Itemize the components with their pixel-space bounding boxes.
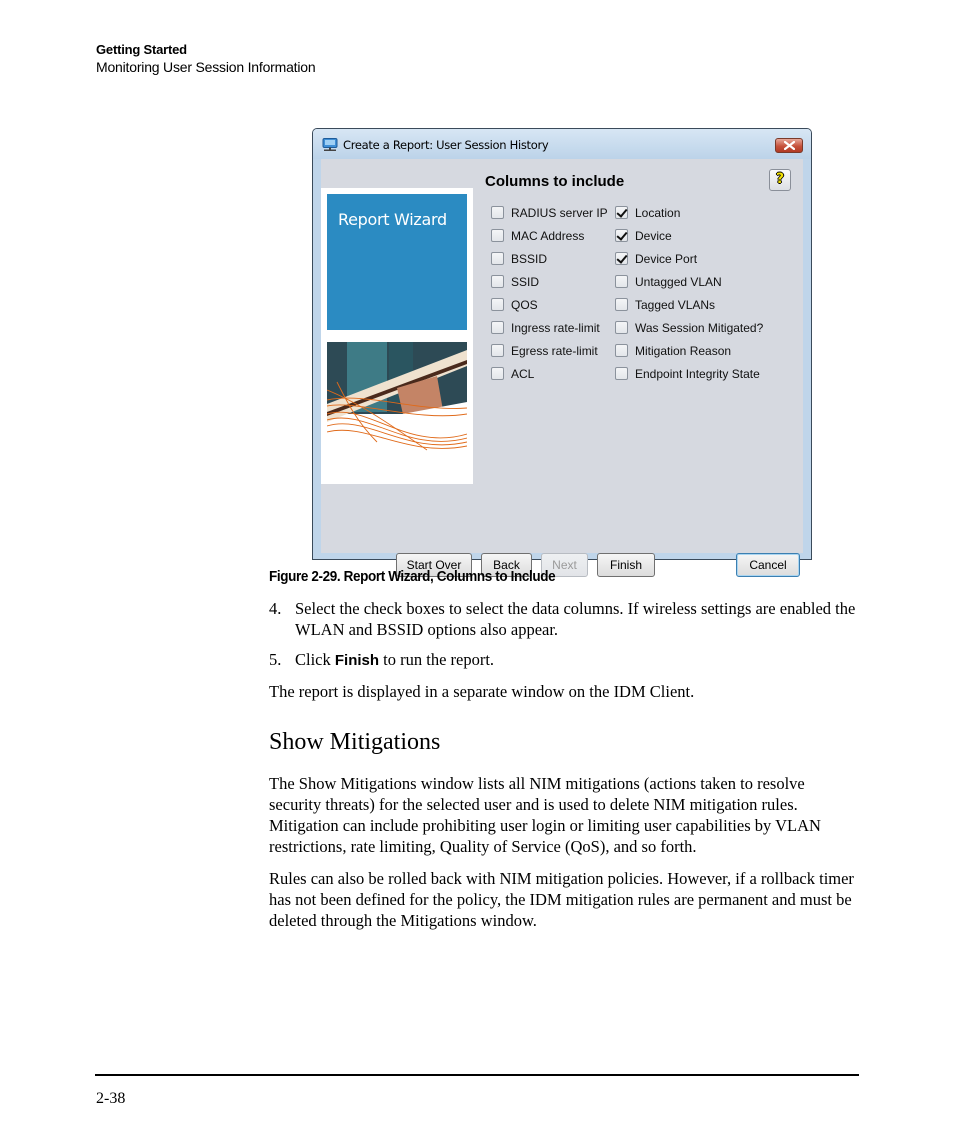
checkbox-mac-address[interactable]: MAC Address xyxy=(491,224,608,247)
cancel-button[interactable]: Cancel xyxy=(736,553,800,577)
close-icon xyxy=(784,141,795,150)
wizard-banner-title: Report Wizard xyxy=(338,210,447,229)
checkbox-label: BSSID xyxy=(511,251,548,266)
close-button[interactable] xyxy=(775,138,803,153)
step-5: 5. Click Finish to run the report. xyxy=(269,649,859,671)
checkbox-egress-rate-limit[interactable]: Egress rate-limit xyxy=(491,339,608,362)
checkbox-endpoint-integrity-state[interactable]: Endpoint Integrity State xyxy=(615,362,763,385)
checkbox-location[interactable]: Location xyxy=(615,201,763,224)
checkbox-box[interactable] xyxy=(491,298,504,311)
checkbox-box[interactable] xyxy=(615,344,628,357)
checkbox-radius-server-ip[interactable]: RADIUS server IP xyxy=(491,201,608,224)
rollback-paragraph: Rules can also be rolled back with NIM m… xyxy=(269,869,854,930)
step-text-post: to run the report. xyxy=(379,650,495,669)
checkbox-box-checked[interactable] xyxy=(615,252,628,265)
checkbox-label: SSID xyxy=(511,274,540,289)
wizard-banner: Report Wizard xyxy=(327,194,467,330)
chapter-title: Getting Started xyxy=(96,42,187,57)
checkbox-box[interactable] xyxy=(615,298,628,311)
wizard-side-panel: Report Wizard xyxy=(321,188,473,484)
section-title: Monitoring User Session Information xyxy=(96,59,316,75)
checkbox-label: Endpoint Integrity State xyxy=(635,366,760,381)
report-wizard-dialog: Create a Report: User Session History Re… xyxy=(312,128,812,577)
finish-button[interactable]: Finish xyxy=(597,553,655,577)
step-text: Click Finish to run the report. xyxy=(295,649,859,671)
checkbox-label: RADIUS server IP xyxy=(511,205,608,220)
checkbox-box[interactable] xyxy=(491,321,504,334)
checkbox-ingress-rate-limit[interactable]: Ingress rate-limit xyxy=(491,316,608,339)
checkbox-box[interactable] xyxy=(491,275,504,288)
columns-right-group: Location Device Device Port Untagged VLA… xyxy=(615,201,763,385)
footer-divider xyxy=(95,1074,859,1076)
checkbox-device[interactable]: Device xyxy=(615,224,763,247)
checkbox-label: Tagged VLANs xyxy=(635,297,716,312)
checkbox-tagged-vlans[interactable]: Tagged VLANs xyxy=(615,293,763,316)
checkbox-label: Location xyxy=(635,205,681,220)
running-head: Getting Started Monitoring User Session … xyxy=(96,41,316,76)
checkbox-label: Mitigation Reason xyxy=(635,343,732,358)
checkbox-device-port[interactable]: Device Port xyxy=(615,247,763,270)
section-heading: Show Mitigations xyxy=(269,729,441,755)
checkbox-box[interactable] xyxy=(491,252,504,265)
help-button[interactable]: ? xyxy=(769,169,791,191)
columns-left-group: RADIUS server IP MAC Address BSSID SSID … xyxy=(491,201,608,385)
show-mitigations-paragraph: The Show Mitigations window lists all NI… xyxy=(269,774,821,856)
checkbox-label: MAC Address xyxy=(511,228,585,243)
checkbox-box-checked[interactable] xyxy=(615,229,628,242)
step-text: Select the check boxes to select the dat… xyxy=(295,599,856,639)
step-number: 5. xyxy=(269,650,282,669)
page-number: 2-38 xyxy=(96,1090,126,1107)
bridge-architecture-photo xyxy=(327,342,467,452)
checkbox-qos[interactable]: QOS xyxy=(491,293,608,316)
report-display-paragraph: The report is displayed in a separate wi… xyxy=(269,682,695,701)
columns-heading: Columns to include xyxy=(485,173,625,190)
checkbox-box[interactable] xyxy=(491,344,504,357)
checkbox-label: Egress rate-limit xyxy=(511,343,598,358)
checkbox-label: Was Session Mitigated? xyxy=(635,320,764,335)
checkbox-label: Device Port xyxy=(635,251,698,266)
help-question-icon: ? xyxy=(775,171,785,187)
checkbox-box-checked[interactable] xyxy=(615,206,628,219)
checkbox-label: Device xyxy=(635,228,672,243)
checkbox-untagged-vlan[interactable]: Untagged VLAN xyxy=(615,270,763,293)
dialog-content: Report Wizard Columns to include ? RADIU… xyxy=(321,159,803,577)
checkbox-was-session-mitigated[interactable]: Was Session Mitigated? xyxy=(615,316,763,339)
checkbox-box[interactable] xyxy=(615,275,628,288)
checkbox-box[interactable] xyxy=(615,321,628,334)
checkbox-label: QOS xyxy=(511,297,538,312)
dialog-titlebar[interactable]: Create a Report: User Session History xyxy=(313,129,811,159)
step-number: 4. xyxy=(269,599,282,618)
checkbox-label: Untagged VLAN xyxy=(635,274,722,289)
checkbox-box[interactable] xyxy=(491,367,504,380)
dialog-title: Create a Report: User Session History xyxy=(343,138,549,152)
monitor-network-icon xyxy=(322,138,338,152)
checkbox-bssid[interactable]: BSSID xyxy=(491,247,608,270)
checkbox-acl[interactable]: ACL xyxy=(491,362,608,385)
checkbox-label: Ingress rate-limit xyxy=(511,320,600,335)
step-text-pre: Click xyxy=(295,650,335,669)
checkbox-box[interactable] xyxy=(615,367,628,380)
checkbox-label: ACL xyxy=(511,366,535,381)
figure-caption: Figure 2-29. Report Wizard, Columns to I… xyxy=(269,569,556,585)
finish-keyword: Finish xyxy=(334,652,380,669)
checkbox-mitigation-reason[interactable]: Mitigation Reason xyxy=(615,339,763,362)
checkbox-box[interactable] xyxy=(491,229,504,242)
step-4: 4. Select the check boxes to select the … xyxy=(269,598,859,640)
checkbox-ssid[interactable]: SSID xyxy=(491,270,608,293)
checkbox-box[interactable] xyxy=(491,206,504,219)
